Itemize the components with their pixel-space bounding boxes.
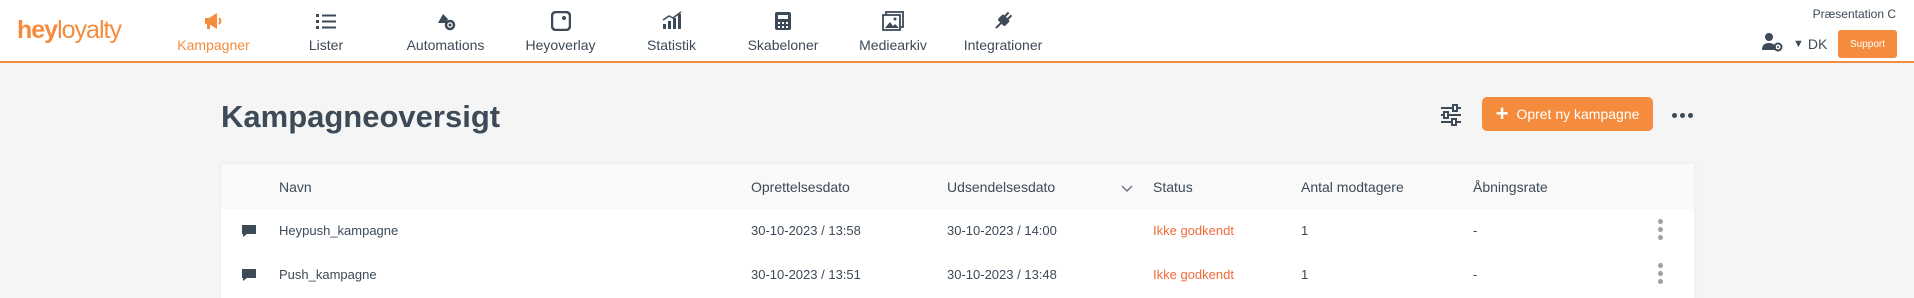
- table-header: Navn Oprettelsesdato Udsendelsesdato Sta…: [221, 164, 1694, 209]
- caret-down-icon: ▼: [1793, 38, 1804, 50]
- recipient-count: 1: [1301, 223, 1309, 238]
- column-header-status[interactable]: Status: [1153, 179, 1193, 195]
- open-rate: -: [1473, 223, 1478, 238]
- nav-label: Skabeloner: [747, 37, 819, 53]
- plug-icon: [992, 9, 1014, 33]
- heyloyalty-logo[interactable]: heyloyalty: [17, 16, 122, 45]
- push-message-icon: [241, 268, 257, 287]
- nav-label: Lister: [308, 37, 344, 53]
- status-label: Ikke godkendt: [1153, 267, 1234, 282]
- column-header-sent[interactable]: Udsendelsesdato: [947, 179, 1055, 195]
- nav-item-heyoverlay[interactable]: Heyoverlay: [503, 0, 618, 61]
- nav-label: Kampagner: [177, 37, 250, 53]
- nav-item-kampagner[interactable]: Kampagner: [163, 0, 264, 61]
- nav-label: Automations: [406, 37, 485, 53]
- table-row[interactable]: Push_kampagne 30-10-2023 / 13:51 30-10-2…: [221, 253, 1694, 297]
- dot: [1679, 112, 1685, 118]
- filter-settings-button[interactable]: [1438, 102, 1464, 128]
- nav-label: Mediearkiv: [859, 37, 927, 53]
- page-title: Kampagneoversigt: [221, 99, 501, 134]
- nav-item-integrationer[interactable]: Integrationer: [945, 0, 1061, 61]
- dot: [1687, 112, 1693, 118]
- column-header-open-rate[interactable]: Åbningsrate: [1473, 179, 1548, 195]
- column-header-created[interactable]: Oprettelsesdato: [751, 179, 850, 195]
- nav-label: Heyoverlay: [525, 37, 596, 53]
- logo-text-bold: hey: [17, 16, 58, 44]
- table-row[interactable]: Heypush_kampagne 30-10-2023 / 13:58 30-1…: [221, 209, 1694, 253]
- row-actions-button[interactable]: [1658, 263, 1663, 284]
- open-rate: -: [1473, 267, 1478, 282]
- created-date: 30-10-2023 / 13:51: [751, 267, 861, 282]
- megaphone-icon: [203, 9, 225, 33]
- sliders-icon: [1441, 104, 1461, 126]
- dot: [1671, 112, 1677, 118]
- top-navigation-bar: heyloyalty Kampagner Lister Automations …: [0, 0, 1914, 63]
- media-icon: [882, 9, 904, 33]
- recipient-count: 1: [1301, 267, 1309, 282]
- create-campaign-label: Opret ny kampagne: [1516, 106, 1640, 122]
- row-actions-button[interactable]: [1658, 219, 1663, 240]
- more-options-button[interactable]: [1669, 108, 1695, 122]
- organization-name[interactable]: Præsentation C: [1813, 7, 1896, 21]
- column-header-recipients[interactable]: Antal modtagere: [1301, 179, 1404, 195]
- push-message-icon: [241, 224, 257, 243]
- language-label: DK: [1807, 36, 1828, 52]
- status-label: Ikke godkendt: [1153, 223, 1234, 238]
- support-button[interactable]: Support: [1838, 30, 1897, 58]
- campaign-name[interactable]: Push_kampagne: [279, 267, 377, 282]
- nav-item-automations[interactable]: Automations: [388, 0, 503, 61]
- nav-item-statistik[interactable]: Statistik: [618, 0, 725, 61]
- sent-date: 30-10-2023 / 14:00: [947, 223, 1057, 238]
- nav-label: Statistik: [646, 37, 696, 53]
- main-nav: Kampagner Lister Automations Heyoverlay …: [163, 0, 1061, 61]
- user-settings-icon[interactable]: [1761, 32, 1785, 57]
- overlay-icon: [550, 9, 571, 33]
- stats-icon: [661, 9, 683, 33]
- sort-chevron-down-icon[interactable]: [1121, 180, 1133, 198]
- column-header-name[interactable]: Navn: [279, 179, 312, 195]
- nav-item-lister[interactable]: Lister: [264, 0, 388, 61]
- nav-item-mediearkiv[interactable]: Mediearkiv: [841, 0, 945, 61]
- language-selector[interactable]: ▼ DK: [1793, 36, 1827, 52]
- create-campaign-button[interactable]: + Opret ny kampagne: [1482, 97, 1653, 131]
- nav-label: Integrationer: [963, 37, 1043, 53]
- created-date: 30-10-2023 / 13:58: [751, 223, 861, 238]
- nav-item-skabeloner[interactable]: Skabeloner: [725, 0, 841, 61]
- template-icon: [774, 9, 792, 33]
- list-icon: [315, 9, 337, 33]
- campaign-table: Navn Oprettelsesdato Udsendelsesdato Sta…: [221, 164, 1694, 298]
- logo-text-thin: loyalty: [57, 16, 122, 44]
- automation-icon: [435, 9, 457, 33]
- campaign-name[interactable]: Heypush_kampagne: [279, 223, 398, 238]
- plus-icon: +: [1495, 101, 1509, 126]
- sent-date: 30-10-2023 / 13:48: [947, 267, 1057, 282]
